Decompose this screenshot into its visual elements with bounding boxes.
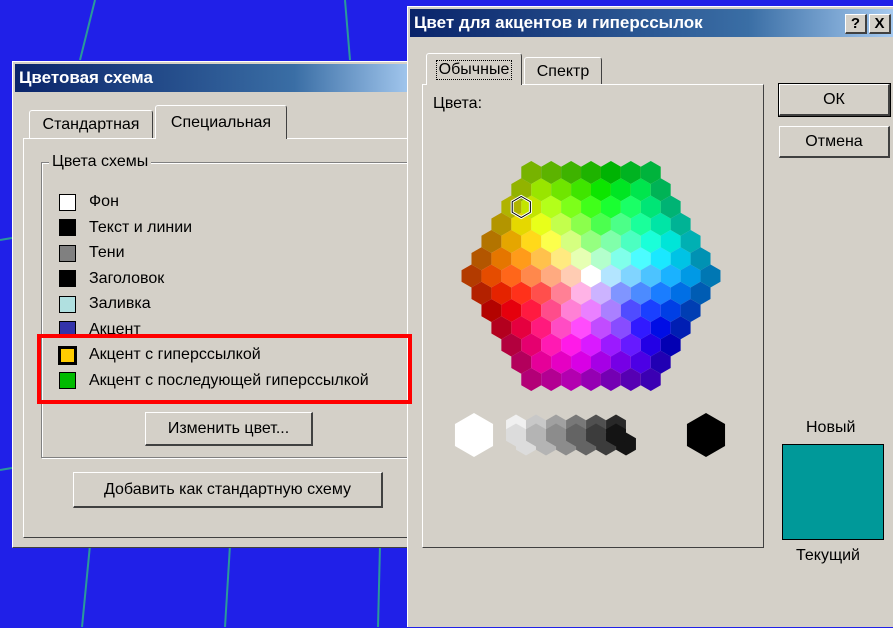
- scheme-item-swatch: [59, 270, 76, 287]
- scheme-item-swatch: [59, 193, 76, 211]
- add-standard-scheme-button[interactable]: Добавить как стандартную схему: [73, 472, 383, 508]
- gray-swatch-white[interactable]: [454, 413, 494, 457]
- tab-standard-label: Стандартная: [42, 115, 140, 133]
- gray-swatch-black[interactable]: [686, 413, 726, 457]
- scheme-item-label: Текст и линии: [89, 218, 193, 236]
- scheme-item-swatch: [59, 295, 76, 313]
- highlight-rectangle: [37, 334, 412, 404]
- cancel-button[interactable]: Отмена: [779, 126, 890, 158]
- color-scheme-dialog: Цветовая схема Стандартная Специальная Ц…: [12, 61, 418, 548]
- scheme-item-swatch: [59, 219, 76, 236]
- scheme-dialog-title: Цветовая схема: [19, 68, 153, 87]
- tab-custom[interactable]: Специальная: [155, 105, 287, 139]
- new-color-label: Новый: [806, 419, 856, 436]
- scheme-item[interactable]: Текст и линии: [59, 216, 192, 240]
- scheme-item[interactable]: Фон: [59, 190, 119, 214]
- tab-normal[interactable]: Обычные: [426, 53, 522, 85]
- change-color-button[interactable]: Изменить цвет...: [145, 412, 313, 446]
- scheme-item-label: Заголовок: [89, 269, 165, 287]
- new-color-preview: [782, 444, 884, 540]
- ok-button[interactable]: ОК: [778, 83, 891, 117]
- scheme-item-label: Фон: [89, 193, 119, 210]
- scheme-colors-group-title: Цвета схемы: [49, 153, 152, 171]
- tab-standard[interactable]: Стандартная: [29, 110, 153, 138]
- scheme-item[interactable]: Заливка: [59, 292, 151, 316]
- scheme-dialog-titlebar: Цветовая схема: [15, 64, 414, 92]
- current-color-label: Текущий: [796, 547, 860, 564]
- scheme-item-label: Заливка: [89, 295, 151, 312]
- tab-custom-label: Специальная: [170, 113, 272, 131]
- accent-color-dialog: Цвет для акцентов и гиперссылок ? X Обыч…: [407, 6, 893, 627]
- scheme-item-label: Тени: [89, 244, 125, 261]
- tab-normal-label: Обычные: [435, 59, 513, 80]
- scheme-item[interactable]: Заголовок: [59, 267, 164, 291]
- scheme-item[interactable]: Тени: [59, 241, 125, 265]
- scheme-item-swatch: [59, 244, 76, 262]
